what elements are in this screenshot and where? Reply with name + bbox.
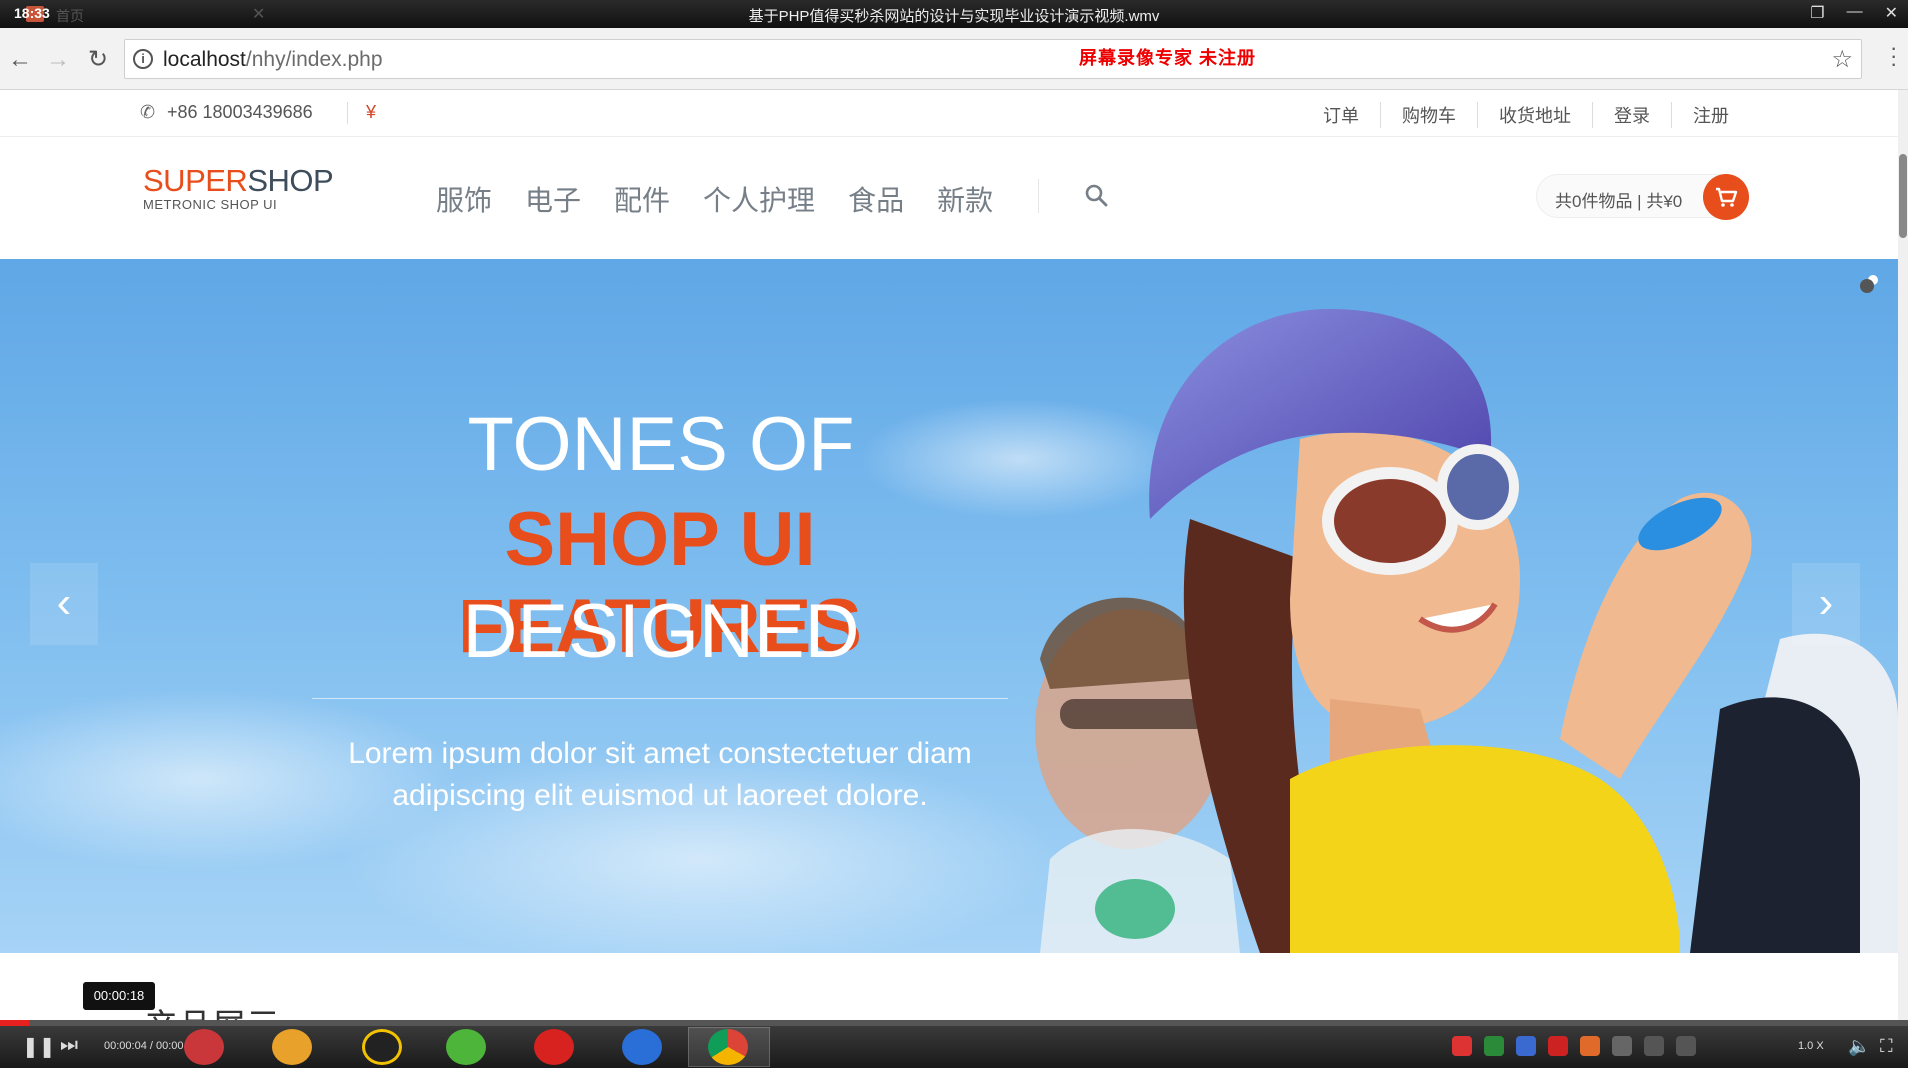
bookmark-star-icon[interactable]: ☆	[1831, 45, 1853, 74]
qq-icon[interactable]	[362, 1029, 402, 1065]
media-player-icon[interactable]	[622, 1029, 662, 1065]
site-header: SUPERSHOP METRONIC SHOP UI 服饰 电子 配件 个人护理…	[0, 137, 1898, 259]
browser-toolbar: ← → ↻ i localhost/nhy/index.php 屏幕录像专家 未…	[0, 28, 1908, 90]
shopping-cart-icon	[1716, 187, 1738, 207]
slider-prev-button[interactable]: ‹	[30, 563, 98, 645]
hero-heading-line1: TONES OF	[467, 402, 855, 487]
phone-icon: ✆	[140, 102, 156, 122]
web-page: ✆ +86 18003439686 ¥ 订单 购物车 收货地址 登录 注册 SU…	[0, 90, 1898, 1020]
network-icon[interactable]	[1644, 1036, 1664, 1056]
page-scrollbar[interactable]	[1898, 90, 1908, 1020]
hero-slider: TONES OF SHOP UI FEATURES DESIGNED Lorem…	[0, 259, 1898, 953]
link-register[interactable]: 注册	[1671, 102, 1750, 128]
scrollbar-thumb[interactable]	[1899, 154, 1907, 238]
antivirus-icon[interactable]	[1548, 1036, 1568, 1056]
main-navigation: 服饰 电子 配件 个人护理 食品 新款	[436, 179, 993, 219]
cart-summary: 共0件物品 | 共¥0	[1555, 192, 1683, 211]
tray-app-icon[interactable]	[1484, 1036, 1504, 1056]
recorder-watermark: 屏幕录像专家 未注册	[1079, 48, 1257, 68]
minimize-icon[interactable]: —	[1847, 3, 1863, 23]
link-login[interactable]: 登录	[1592, 102, 1671, 128]
back-arrow-icon[interactable]: ←	[6, 46, 34, 74]
seek-time-tooltip: 00:00:18	[83, 982, 155, 1010]
link-addresses[interactable]: 收货地址	[1477, 102, 1592, 128]
shield-icon[interactable]	[1516, 1036, 1536, 1056]
mini-cart[interactable]: 共0件物品 | 共¥0	[1536, 174, 1749, 220]
section-title: 产品展示	[144, 999, 280, 1020]
slider-indicator[interactable]	[1860, 279, 1874, 293]
window-controls: ❐ — ✕	[1810, 3, 1898, 23]
player-controls: ❚❚ ⏭ 00:00:04 / 00:00:04:53 1.0 X 🔈 ⛶	[0, 1026, 1908, 1068]
logo-subtitle: METRONIC SHOP UI	[143, 197, 278, 212]
divider	[347, 102, 348, 124]
info-icon[interactable]: i	[133, 49, 153, 69]
nav-item-clothing[interactable]: 服饰	[436, 179, 492, 219]
sogou-icon[interactable]	[1452, 1036, 1472, 1056]
site-logo[interactable]: SUPERSHOP METRONIC SHOP UI	[143, 163, 334, 212]
elapsed-time: 00:00:04	[104, 1040, 147, 1052]
account-links: 订单 购物车 收货地址 登录 注册	[1302, 102, 1750, 128]
url-host: localhost	[163, 48, 246, 71]
nav-item-personal-care[interactable]: 个人护理	[703, 179, 815, 219]
url-text[interactable]: localhost/nhy/index.php	[163, 48, 383, 72]
volume-icon[interactable]: 🔈	[1848, 1036, 1870, 1057]
nav-divider	[1038, 179, 1039, 213]
next-track-icon[interactable]: ⏭	[60, 1034, 78, 1057]
forward-arrow-icon[interactable]: →	[44, 46, 72, 74]
screen: 首页 ✕ 18:33 基于PHP值得买秒杀网站的设计与实现毕业设计演示视频.wm…	[0, 0, 1908, 1068]
tray-orange-icon[interactable]	[1580, 1036, 1600, 1056]
products-section: 产品展示	[0, 953, 1898, 1020]
system-tray	[1452, 1036, 1696, 1056]
pre-header: ✆ +86 18003439686 ¥ 订单 购物车 收货地址 登录 注册	[0, 90, 1898, 137]
player-title-bar: 首页 ✕ 18:33 基于PHP值得买秒杀网站的设计与实现毕业设计演示视频.wm…	[0, 0, 1908, 28]
wechat-icon[interactable]	[446, 1029, 486, 1065]
address-bar[interactable]: i localhost/nhy/index.php 屏幕录像专家 未注册 ☆	[124, 39, 1862, 79]
hero-subtitle: Lorem ipsum dolor sit amet constectetuer…	[348, 737, 972, 812]
restore-icon[interactable]: ❐	[1810, 3, 1824, 23]
logo-part-super: SUPER	[143, 163, 248, 198]
link-orders[interactable]: 订单	[1302, 102, 1380, 128]
chevron-left-icon: ‹	[56, 578, 72, 627]
cart-button[interactable]	[1703, 174, 1749, 220]
pause-icon[interactable]: ❚❚	[22, 1034, 56, 1059]
help-icon[interactable]	[534, 1029, 574, 1065]
url-path: /nhy/index.php	[245, 48, 383, 71]
reload-icon[interactable]: ↻	[84, 46, 112, 74]
nav-item-new[interactable]: 新款	[937, 179, 993, 219]
playback-speed[interactable]: 1.0 X	[1798, 1040, 1824, 1052]
contact-phone: +86 18003439686	[167, 102, 313, 122]
chevron-right-icon: ›	[1818, 578, 1834, 627]
chrome-icon[interactable]	[708, 1029, 748, 1065]
slider-next-button[interactable]: ›	[1792, 563, 1860, 645]
logo-wordmark: SUPERSHOP	[143, 163, 334, 199]
search-icon[interactable]	[1084, 183, 1108, 207]
browser-menu-icon[interactable]: · · ·	[1890, 37, 1898, 75]
weibo-icon[interactable]	[272, 1029, 312, 1065]
logo-part-shop: SHOP	[247, 163, 334, 198]
player-file-title: 基于PHP值得买秒杀网站的设计与实现毕业设计演示视频.wmv	[748, 8, 1160, 25]
netease-music-icon[interactable]	[184, 1029, 224, 1065]
link-cart[interactable]: 购物车	[1380, 102, 1477, 128]
speaker-icon[interactable]	[1676, 1036, 1696, 1056]
close-icon[interactable]: ✕	[1885, 3, 1898, 23]
tray-device-icon[interactable]	[1612, 1036, 1632, 1056]
nav-item-food[interactable]: 食品	[848, 179, 904, 219]
currency-switcher[interactable]: ¥	[366, 102, 376, 123]
hero-heading-line3: DESIGNED	[462, 589, 860, 674]
fullscreen-icon[interactable]: ⛶	[1880, 1036, 1893, 1057]
hero-divider	[312, 698, 1008, 699]
nav-item-electronics[interactable]: 电子	[525, 179, 581, 219]
nav-item-accessories[interactable]: 配件	[614, 179, 670, 219]
